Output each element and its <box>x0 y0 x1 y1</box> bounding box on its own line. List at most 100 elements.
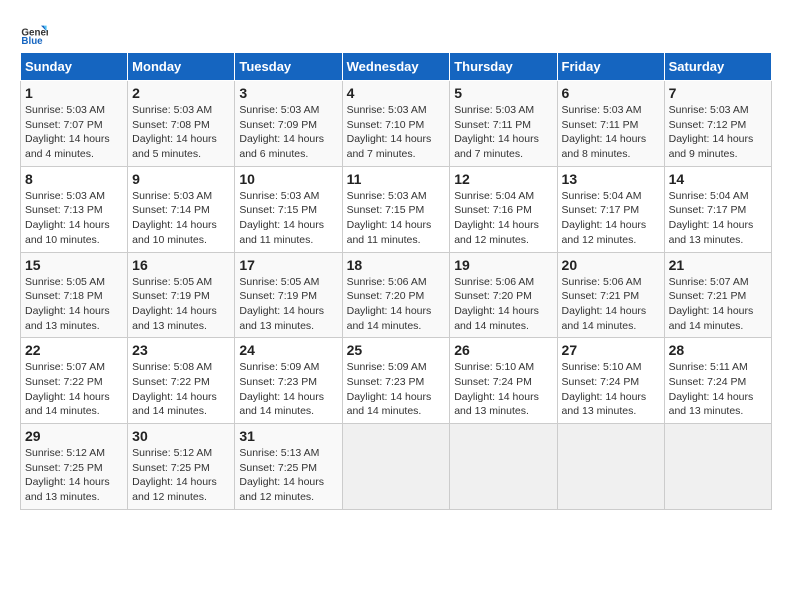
day-info: Sunrise: 5:12 AMSunset: 7:25 PMDaylight:… <box>132 447 217 503</box>
logo-icon: General Blue <box>20 20 48 48</box>
day-info: Sunrise: 5:07 AMSunset: 7:22 PMDaylight:… <box>25 361 110 417</box>
day-info: Sunrise: 5:05 AMSunset: 7:19 PMDaylight:… <box>239 276 324 332</box>
col-header-sunday: Sunday <box>21 53 128 81</box>
day-number: 20 <box>562 257 660 273</box>
calendar-cell: 3 Sunrise: 5:03 AMSunset: 7:09 PMDayligh… <box>235 81 342 167</box>
day-number: 4 <box>347 85 446 101</box>
day-info: Sunrise: 5:04 AMSunset: 7:17 PMDaylight:… <box>562 190 647 246</box>
day-number: 27 <box>562 342 660 358</box>
day-info: Sunrise: 5:03 AMSunset: 7:13 PMDaylight:… <box>25 190 110 246</box>
calendar-cell <box>557 424 664 510</box>
calendar-week-1: 8 Sunrise: 5:03 AMSunset: 7:13 PMDayligh… <box>21 166 772 252</box>
calendar-cell <box>664 424 771 510</box>
day-info: Sunrise: 5:12 AMSunset: 7:25 PMDaylight:… <box>25 447 110 503</box>
day-info: Sunrise: 5:03 AMSunset: 7:09 PMDaylight:… <box>239 104 324 160</box>
day-info: Sunrise: 5:03 AMSunset: 7:08 PMDaylight:… <box>132 104 217 160</box>
calendar-cell: 24 Sunrise: 5:09 AMSunset: 7:23 PMDaylig… <box>235 338 342 424</box>
day-info: Sunrise: 5:09 AMSunset: 7:23 PMDaylight:… <box>239 361 324 417</box>
col-header-tuesday: Tuesday <box>235 53 342 81</box>
day-number: 7 <box>669 85 767 101</box>
calendar-week-0: 1 Sunrise: 5:03 AMSunset: 7:07 PMDayligh… <box>21 81 772 167</box>
day-info: Sunrise: 5:10 AMSunset: 7:24 PMDaylight:… <box>562 361 647 417</box>
day-number: 19 <box>454 257 552 273</box>
calendar-cell: 21 Sunrise: 5:07 AMSunset: 7:21 PMDaylig… <box>664 252 771 338</box>
day-info: Sunrise: 5:03 AMSunset: 7:12 PMDaylight:… <box>669 104 754 160</box>
calendar-cell: 5 Sunrise: 5:03 AMSunset: 7:11 PMDayligh… <box>450 81 557 167</box>
day-info: Sunrise: 5:10 AMSunset: 7:24 PMDaylight:… <box>454 361 539 417</box>
day-info: Sunrise: 5:04 AMSunset: 7:16 PMDaylight:… <box>454 190 539 246</box>
day-number: 9 <box>132 171 230 187</box>
calendar-cell: 17 Sunrise: 5:05 AMSunset: 7:19 PMDaylig… <box>235 252 342 338</box>
logo: General Blue <box>20 20 52 48</box>
day-number: 22 <box>25 342 123 358</box>
calendar-week-3: 22 Sunrise: 5:07 AMSunset: 7:22 PMDaylig… <box>21 338 772 424</box>
day-number: 25 <box>347 342 446 358</box>
calendar-cell: 25 Sunrise: 5:09 AMSunset: 7:23 PMDaylig… <box>342 338 450 424</box>
day-number: 10 <box>239 171 337 187</box>
calendar-cell: 31 Sunrise: 5:13 AMSunset: 7:25 PMDaylig… <box>235 424 342 510</box>
day-number: 17 <box>239 257 337 273</box>
calendar-cell: 1 Sunrise: 5:03 AMSunset: 7:07 PMDayligh… <box>21 81 128 167</box>
day-info: Sunrise: 5:04 AMSunset: 7:17 PMDaylight:… <box>669 190 754 246</box>
day-number: 1 <box>25 85 123 101</box>
calendar-header-row: SundayMondayTuesdayWednesdayThursdayFrid… <box>21 53 772 81</box>
calendar-week-4: 29 Sunrise: 5:12 AMSunset: 7:25 PMDaylig… <box>21 424 772 510</box>
calendar-cell: 28 Sunrise: 5:11 AMSunset: 7:24 PMDaylig… <box>664 338 771 424</box>
day-info: Sunrise: 5:06 AMSunset: 7:21 PMDaylight:… <box>562 276 647 332</box>
calendar-cell: 20 Sunrise: 5:06 AMSunset: 7:21 PMDaylig… <box>557 252 664 338</box>
calendar-cell: 14 Sunrise: 5:04 AMSunset: 7:17 PMDaylig… <box>664 166 771 252</box>
calendar-cell: 18 Sunrise: 5:06 AMSunset: 7:20 PMDaylig… <box>342 252 450 338</box>
day-info: Sunrise: 5:06 AMSunset: 7:20 PMDaylight:… <box>347 276 432 332</box>
calendar-week-2: 15 Sunrise: 5:05 AMSunset: 7:18 PMDaylig… <box>21 252 772 338</box>
day-number: 14 <box>669 171 767 187</box>
day-number: 15 <box>25 257 123 273</box>
calendar-body: 1 Sunrise: 5:03 AMSunset: 7:07 PMDayligh… <box>21 81 772 510</box>
col-header-thursday: Thursday <box>450 53 557 81</box>
day-number: 26 <box>454 342 552 358</box>
calendar-cell: 23 Sunrise: 5:08 AMSunset: 7:22 PMDaylig… <box>128 338 235 424</box>
day-info: Sunrise: 5:06 AMSunset: 7:20 PMDaylight:… <box>454 276 539 332</box>
day-number: 13 <box>562 171 660 187</box>
day-info: Sunrise: 5:03 AMSunset: 7:11 PMDaylight:… <box>562 104 647 160</box>
day-info: Sunrise: 5:08 AMSunset: 7:22 PMDaylight:… <box>132 361 217 417</box>
page-header: General Blue <box>20 20 772 48</box>
day-number: 24 <box>239 342 337 358</box>
day-number: 5 <box>454 85 552 101</box>
day-number: 16 <box>132 257 230 273</box>
col-header-wednesday: Wednesday <box>342 53 450 81</box>
day-number: 23 <box>132 342 230 358</box>
day-number: 29 <box>25 428 123 444</box>
calendar-cell: 12 Sunrise: 5:04 AMSunset: 7:16 PMDaylig… <box>450 166 557 252</box>
calendar-cell: 27 Sunrise: 5:10 AMSunset: 7:24 PMDaylig… <box>557 338 664 424</box>
calendar-cell: 11 Sunrise: 5:03 AMSunset: 7:15 PMDaylig… <box>342 166 450 252</box>
day-number: 31 <box>239 428 337 444</box>
calendar-cell: 30 Sunrise: 5:12 AMSunset: 7:25 PMDaylig… <box>128 424 235 510</box>
calendar-table: SundayMondayTuesdayWednesdayThursdayFrid… <box>20 52 772 510</box>
calendar-cell: 13 Sunrise: 5:04 AMSunset: 7:17 PMDaylig… <box>557 166 664 252</box>
day-number: 2 <box>132 85 230 101</box>
calendar-cell: 16 Sunrise: 5:05 AMSunset: 7:19 PMDaylig… <box>128 252 235 338</box>
day-number: 8 <box>25 171 123 187</box>
day-info: Sunrise: 5:03 AMSunset: 7:15 PMDaylight:… <box>347 190 432 246</box>
day-info: Sunrise: 5:05 AMSunset: 7:18 PMDaylight:… <box>25 276 110 332</box>
day-number: 21 <box>669 257 767 273</box>
calendar-cell <box>342 424 450 510</box>
calendar-cell: 22 Sunrise: 5:07 AMSunset: 7:22 PMDaylig… <box>21 338 128 424</box>
day-info: Sunrise: 5:03 AMSunset: 7:15 PMDaylight:… <box>239 190 324 246</box>
day-info: Sunrise: 5:13 AMSunset: 7:25 PMDaylight:… <box>239 447 324 503</box>
day-info: Sunrise: 5:03 AMSunset: 7:10 PMDaylight:… <box>347 104 432 160</box>
svg-text:Blue: Blue <box>21 36 43 47</box>
day-info: Sunrise: 5:09 AMSunset: 7:23 PMDaylight:… <box>347 361 432 417</box>
calendar-cell <box>450 424 557 510</box>
calendar-cell: 29 Sunrise: 5:12 AMSunset: 7:25 PMDaylig… <box>21 424 128 510</box>
calendar-cell: 2 Sunrise: 5:03 AMSunset: 7:08 PMDayligh… <box>128 81 235 167</box>
day-info: Sunrise: 5:03 AMSunset: 7:11 PMDaylight:… <box>454 104 539 160</box>
day-info: Sunrise: 5:07 AMSunset: 7:21 PMDaylight:… <box>669 276 754 332</box>
day-number: 18 <box>347 257 446 273</box>
day-number: 28 <box>669 342 767 358</box>
col-header-monday: Monday <box>128 53 235 81</box>
day-number: 11 <box>347 171 446 187</box>
day-number: 30 <box>132 428 230 444</box>
calendar-cell: 4 Sunrise: 5:03 AMSunset: 7:10 PMDayligh… <box>342 81 450 167</box>
day-number: 12 <box>454 171 552 187</box>
